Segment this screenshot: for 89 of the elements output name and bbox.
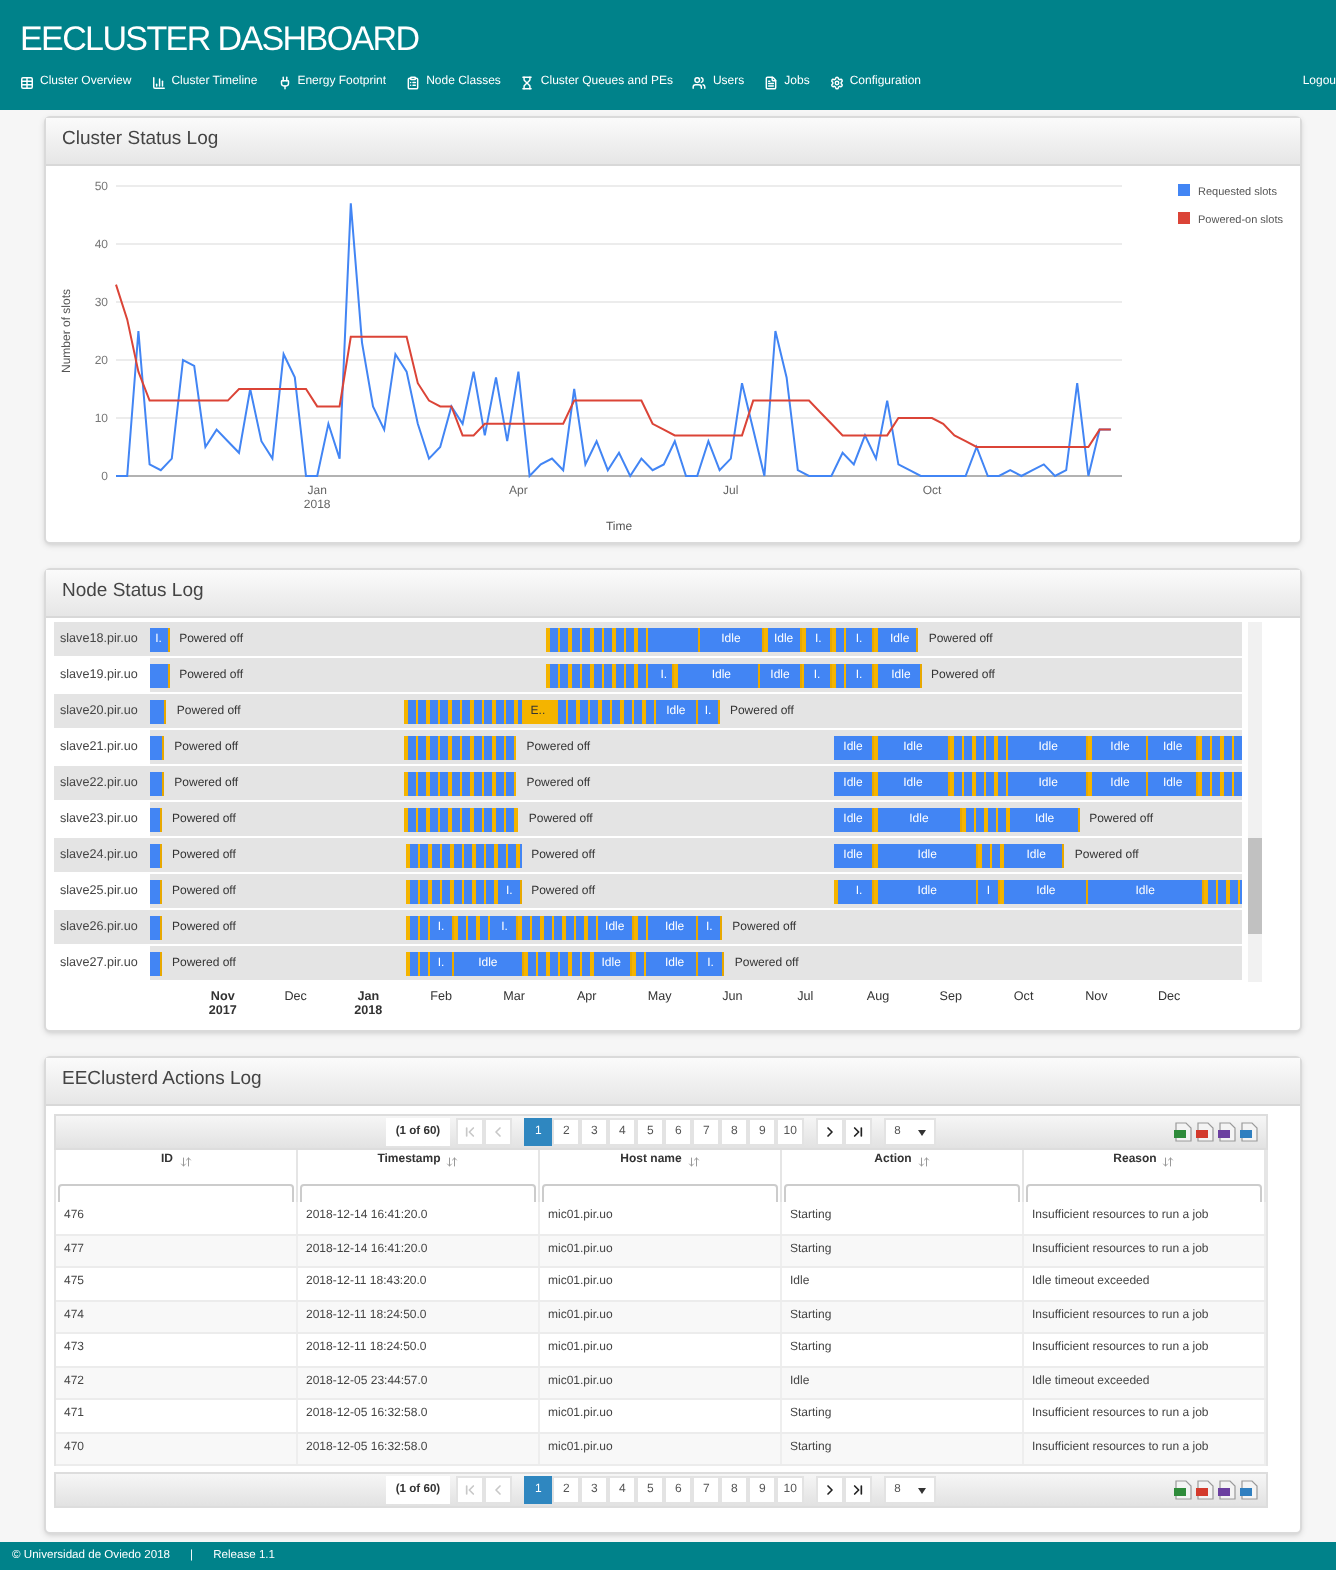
panel-title: EEClusterd Actions Log	[62, 1066, 262, 1095]
settings-icon	[829, 76, 844, 90]
mixed-state-bar[interactable]	[633, 916, 653, 940]
mixed-state-bar[interactable]	[832, 664, 847, 688]
hourglass-icon	[520, 76, 535, 90]
previous-icon	[490, 1124, 507, 1140]
idle-state-bar[interactable]	[150, 952, 162, 976]
mixed-state-bar[interactable]	[454, 916, 493, 940]
sort-icon	[179, 1155, 191, 1167]
mixed-state-bar[interactable]	[406, 952, 431, 976]
mixed-state-bar[interactable]	[403, 808, 519, 832]
mixed-state-bar[interactable]	[545, 664, 656, 688]
xml-file-icon[interactable]	[1240, 1480, 1258, 1500]
pager-button[interactable]	[816, 1476, 845, 1504]
mixed-state-bar[interactable]	[763, 628, 768, 652]
mixed-state-bar[interactable]	[674, 664, 684, 688]
table-icon	[20, 76, 34, 90]
first-page-icon	[462, 1482, 479, 1498]
csv-file-icon[interactable]	[1218, 1122, 1236, 1142]
mixed-state-bar[interactable]	[834, 880, 847, 904]
mixed-state-bar[interactable]	[1088, 736, 1094, 760]
mixed-state-bar[interactable]	[873, 772, 878, 796]
mixed-state-bar[interactable]	[1198, 736, 1242, 760]
scrollbar[interactable]	[1248, 622, 1262, 982]
pager-button[interactable]	[816, 1118, 845, 1146]
clipboard-icon	[406, 76, 421, 90]
mixed-state-bar[interactable]	[523, 952, 593, 976]
spreadsheet-file-icon[interactable]	[1174, 1122, 1192, 1142]
mixed-state-bar[interactable]	[554, 700, 656, 724]
pdf-file-icon[interactable]	[1196, 1122, 1214, 1142]
csv-file-icon[interactable]	[1218, 1480, 1236, 1500]
mixed-state-bar[interactable]	[545, 628, 656, 652]
mixed-state-bar[interactable]	[403, 700, 522, 724]
users-icon	[692, 76, 707, 90]
last-page-icon	[850, 1124, 867, 1140]
document-icon	[764, 76, 779, 90]
caret-icon	[918, 1129, 927, 1135]
mixed-state-bar[interactable]	[978, 844, 1010, 868]
next-icon	[822, 1124, 839, 1140]
sort-icon	[1162, 1155, 1175, 1167]
panel-title: Node Status Log	[62, 578, 204, 607]
sort-icon	[446, 1155, 459, 1167]
xml-file-icon[interactable]	[1240, 1122, 1258, 1142]
idle-state-bar[interactable]	[150, 736, 165, 760]
mixed-state-bar[interactable]	[406, 880, 500, 904]
mixed-state-bar[interactable]	[949, 736, 1010, 760]
mixed-state-bar[interactable]	[873, 844, 878, 868]
mixed-state-bar[interactable]	[873, 808, 878, 832]
next-icon	[822, 1482, 839, 1498]
idle-state-bar[interactable]	[150, 916, 162, 940]
mixed-state-bar[interactable]	[631, 952, 653, 976]
idle-state-bar[interactable]	[150, 700, 167, 724]
sort-icon	[687, 1155, 700, 1167]
mixed-state-bar[interactable]	[873, 628, 883, 652]
mixed-state-bar[interactable]	[801, 628, 807, 652]
caret-icon	[918, 1487, 927, 1493]
mixed-state-bar[interactable]	[403, 736, 517, 760]
last-page-icon	[850, 1482, 867, 1498]
app-title: EECLUSTER DASHBOARD	[20, 18, 419, 62]
mixed-state-bar[interactable]	[406, 844, 522, 868]
plug-icon	[277, 76, 292, 90]
mixed-state-bar[interactable]	[518, 916, 598, 940]
idle-state-bar[interactable]	[655, 628, 701, 652]
panel-title: Cluster Status Log	[62, 126, 219, 155]
mixed-state-bar[interactable]	[961, 808, 1013, 832]
idle-state-bar[interactable]	[150, 664, 170, 688]
pager-button[interactable]	[844, 1476, 873, 1504]
mixed-state-bar[interactable]	[873, 664, 883, 688]
mixed-state-bar[interactable]	[1203, 880, 1242, 904]
idle-state-bar[interactable]	[150, 772, 165, 796]
pdf-file-icon[interactable]	[1196, 1480, 1214, 1500]
idle-state-bar[interactable]	[150, 808, 162, 832]
sort-icon	[917, 1155, 930, 1167]
spreadsheet-file-icon[interactable]	[1174, 1480, 1192, 1500]
first-page-icon	[462, 1124, 479, 1140]
idle-state-bar[interactable]	[150, 844, 162, 868]
mixed-state-bar[interactable]	[873, 736, 878, 760]
mixed-state-bar[interactable]	[949, 772, 1010, 796]
idle-state-bar[interactable]	[150, 880, 162, 904]
mixed-state-bar[interactable]	[832, 628, 847, 652]
bar-chart-icon	[151, 76, 166, 90]
mixed-state-bar[interactable]	[1000, 880, 1005, 904]
mixed-state-bar[interactable]	[1088, 772, 1094, 796]
mixed-state-bar[interactable]	[873, 880, 878, 904]
mixed-state-bar[interactable]	[406, 916, 431, 940]
mixed-state-bar[interactable]	[1198, 772, 1242, 796]
pager-button[interactable]	[844, 1118, 873, 1146]
previous-icon	[490, 1482, 507, 1498]
mixed-state-bar[interactable]	[403, 772, 517, 796]
